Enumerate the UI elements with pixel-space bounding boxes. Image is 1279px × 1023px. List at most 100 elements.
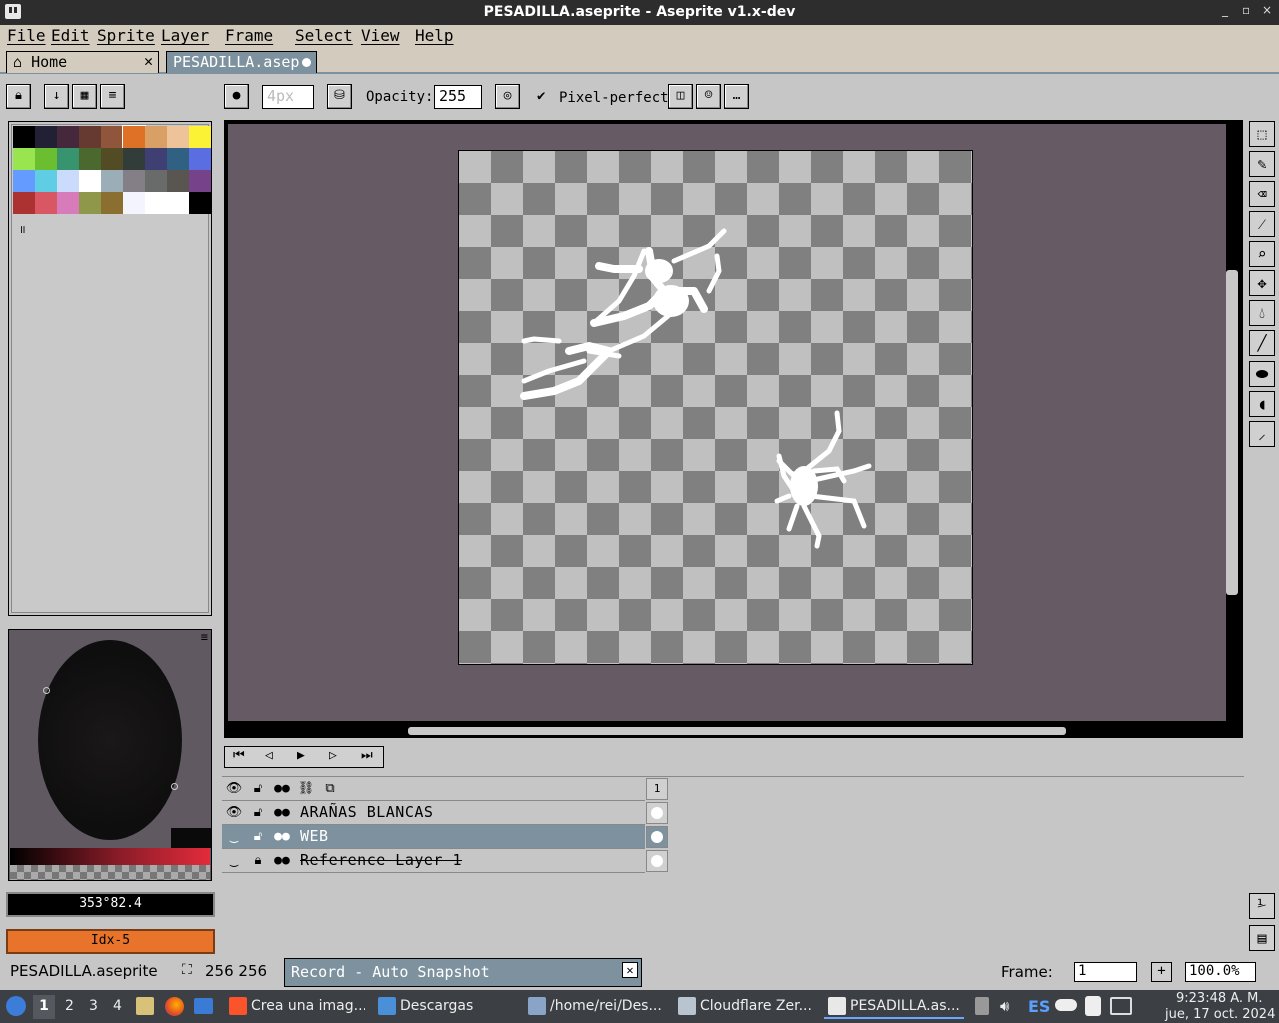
eye-closed-icon[interactable]: ‿ <box>223 828 245 846</box>
palette-swatch[interactable] <box>13 192 35 214</box>
continuous-icon[interactable]: ●● <box>271 804 293 822</box>
zoom-tool-icon[interactable]: ⌕ <box>1249 241 1275 267</box>
link-cels-icon[interactable]: ⛓ <box>295 780 317 798</box>
palette-swatch[interactable] <box>57 148 79 170</box>
menu-file[interactable]: File <box>7 26 46 45</box>
menu-edit[interactable]: Edit <box>51 26 90 45</box>
locked-icon[interactable]: 🔒︎ <box>247 852 269 870</box>
cloud-icon[interactable] <box>1055 999 1077 1011</box>
palette-preset-icon[interactable]: ▦ <box>72 84 97 109</box>
editor-workspace[interactable] <box>224 120 1243 738</box>
palette-swatch[interactable] <box>145 126 167 148</box>
menu-view[interactable]: View <box>361 26 400 45</box>
cel[interactable] <box>646 802 668 824</box>
hue-slider[interactable] <box>10 848 210 865</box>
menu-help[interactable]: Help <box>415 26 454 45</box>
previous-frame-icon[interactable]: ◁ <box>265 748 273 763</box>
continuous-icon[interactable]: ●● <box>271 780 293 798</box>
file-manager-launcher-icon[interactable] <box>136 997 154 1015</box>
reset-zoom-icon[interactable]: ⅟ <box>1249 893 1275 919</box>
cel[interactable] <box>646 826 668 848</box>
ellipse-tool-icon[interactable]: ⬬ <box>1249 361 1275 387</box>
task-editor[interactable]: /home/rei/Des... <box>524 995 664 1019</box>
palette-swatch[interactable] <box>189 192 211 214</box>
clipboard-icon[interactable] <box>975 997 989 1015</box>
eye-closed-icon[interactable]: ‿ <box>223 852 245 870</box>
color-value-readout[interactable]: 353°82.4 <box>6 892 215 917</box>
eye-icon[interactable]: 👁︎ <box>223 804 245 822</box>
workspace-3[interactable]: 3 <box>89 998 98 1014</box>
tab-pesadilla[interactable]: PESADILLA.asep <box>166 51 317 73</box>
symmetry-icon[interactable]: ◫ <box>668 84 693 109</box>
palette-swatch[interactable] <box>189 148 211 170</box>
color-wheel[interactable] <box>38 640 182 840</box>
palette-swatch[interactable] <box>122 125 146 149</box>
task-aseprite[interactable]: PESADILLA.as... <box>824 995 964 1019</box>
palette-swatch[interactable] <box>57 192 79 214</box>
layer-name[interactable]: WEB <box>300 827 329 845</box>
palette-swatch[interactable] <box>57 126 79 148</box>
pencil-tool-icon[interactable]: ✎ <box>1249 151 1275 177</box>
pixel-perfect-checkbox[interactable]: ✔ <box>537 88 545 104</box>
palette-swatch[interactable] <box>101 126 123 148</box>
wheel-options-icon[interactable]: ≡ <box>201 630 208 644</box>
maximize-button[interactable]: ▫ <box>1242 3 1250 17</box>
task-descargas[interactable]: Descargas <box>374 995 514 1019</box>
frame-input[interactable]: 1 <box>1074 962 1137 982</box>
contour-tool-icon[interactable]: ◖ <box>1249 391 1275 417</box>
palette-swatch[interactable] <box>35 170 57 192</box>
task-cloudflare[interactable]: Cloudflare Zer... <box>674 995 814 1019</box>
vertical-scrollbar[interactable] <box>1226 270 1238 595</box>
brush-size-input[interactable]: 4px <box>262 85 314 109</box>
menu-layer[interactable]: Layer <box>161 26 209 45</box>
palette-swatch[interactable] <box>101 170 123 192</box>
frame-header[interactable]: 1 <box>646 778 668 800</box>
palette-swatch[interactable] <box>167 148 189 170</box>
blur-tool-icon[interactable]: ⸝ <box>1249 421 1275 447</box>
workspace-2[interactable]: 2 <box>65 998 74 1014</box>
continuous-icon[interactable]: ●● <box>271 828 293 846</box>
close-window-button[interactable]: × <box>1262 3 1272 17</box>
palette-swatch[interactable] <box>57 170 79 192</box>
menu-sprite[interactable]: Sprite <box>97 26 155 45</box>
cel[interactable] <box>646 850 668 872</box>
palette-swatch[interactable] <box>13 126 35 148</box>
color-index-button[interactable]: Idx-5 <box>6 929 215 954</box>
ink-type-icon[interactable]: ⛁ <box>327 84 352 109</box>
tab-home[interactable]: ⌂ Home ✕ <box>6 51 159 73</box>
task-brave[interactable]: Crea una imag... <box>225 995 365 1019</box>
next-frame-icon[interactable]: ▷ <box>329 748 337 763</box>
palette-options-icon[interactable]: ≡ <box>100 84 125 109</box>
minimize-button[interactable]: _ <box>1222 3 1228 17</box>
palette-swatch[interactable] <box>145 170 167 192</box>
move-tool-icon[interactable]: ✥ <box>1249 270 1275 296</box>
record-notification[interactable]: Record - Auto Snapshot ✕ <box>284 958 642 987</box>
continuous-icon[interactable]: ●● <box>271 852 293 870</box>
palette-swatch[interactable] <box>123 148 145 170</box>
palette-swatch[interactable] <box>79 126 101 148</box>
palette-swatch[interactable] <box>79 170 101 192</box>
palette-swatch[interactable] <box>35 126 57 148</box>
palette-swatch[interactable] <box>189 170 211 192</box>
fill-tool-icon[interactable]: 💧︎ <box>1249 300 1275 326</box>
firefox-launcher-icon[interactable] <box>165 997 184 1016</box>
palette-swatch[interactable] <box>167 170 189 192</box>
palette-swatch[interactable] <box>101 148 123 170</box>
unsaved-dot-icon[interactable] <box>302 58 311 67</box>
horizontal-scrollbar[interactable] <box>408 727 1066 735</box>
menu-frame[interactable]: Frame <box>225 26 273 45</box>
palette-swatch[interactable] <box>145 148 167 170</box>
layer-row[interactable]: ‿ 🔒︎ ●● Reference Layer 1 <box>222 849 645 873</box>
palette-swatch[interactable] <box>13 148 35 170</box>
lock-icon[interactable]: 🔓︎ <box>247 780 269 798</box>
last-frame-icon[interactable]: ⏭ <box>361 748 373 763</box>
brush-type-icon[interactable]: ● <box>224 84 249 109</box>
palette-swatch[interactable] <box>79 148 101 170</box>
unlocked-icon[interactable]: 🔓︎ <box>247 828 269 846</box>
unlocked-icon[interactable]: 🔓︎ <box>247 804 269 822</box>
line-tool-icon[interactable]: ╱ <box>1249 330 1275 356</box>
onion-skin-icon[interactable]: ⧉ <box>319 780 341 798</box>
close-notification-icon[interactable]: ✕ <box>622 962 638 978</box>
dynamics-icon[interactable]: ☺ <box>696 84 721 109</box>
layer-name[interactable]: ARAÑAS BLANCAS <box>300 803 433 821</box>
